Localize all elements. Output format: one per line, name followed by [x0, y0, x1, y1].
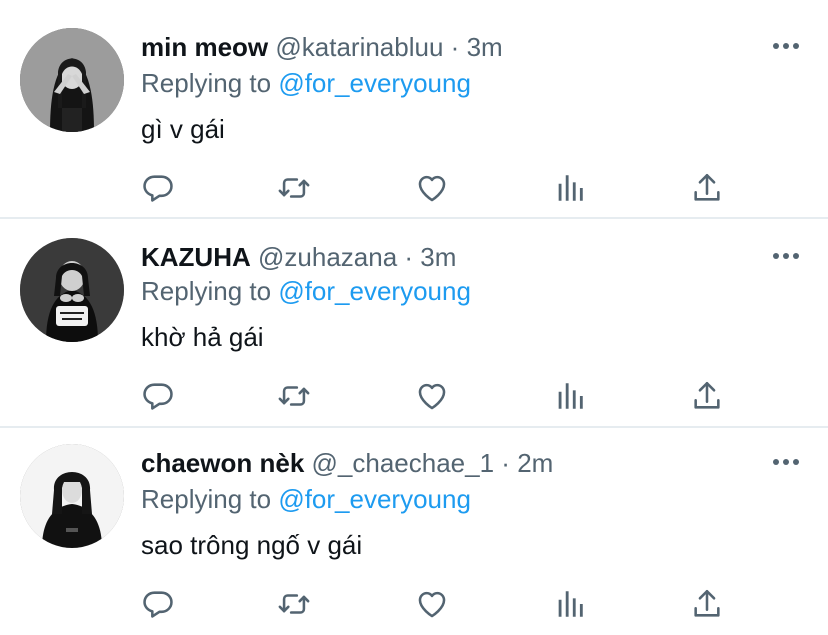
tweet-actions — [0, 584, 828, 624]
tweet-text: gì v gái — [141, 114, 225, 144]
more-horizontal-icon — [773, 43, 799, 49]
tweet-header: KAZUHA @zuhazana · 3m — [141, 240, 456, 274]
avatar[interactable] — [20, 444, 124, 548]
share-button[interactable] — [687, 168, 727, 208]
more-horizontal-icon — [773, 253, 799, 259]
views-button[interactable] — [550, 376, 590, 416]
separator-dot: · — [404, 242, 414, 272]
reply-bubble-icon — [143, 383, 173, 410]
retweet-icon — [278, 594, 310, 614]
retweet-icon — [278, 178, 310, 198]
retweet-button[interactable] — [274, 584, 314, 624]
share-button[interactable] — [687, 584, 727, 624]
tweet-header: chaewon nèk @_chaechae_1 · 2m — [141, 446, 553, 480]
tweet-header: min meow @katarinabluu · 3m — [141, 30, 503, 64]
heart-icon — [418, 591, 446, 618]
reply-button[interactable] — [138, 584, 178, 624]
reply-feed: min meow @katarinabluu · 3m Replying to … — [0, 0, 828, 635]
analytics-bars-icon — [558, 175, 583, 201]
display-name[interactable]: min meow — [141, 32, 268, 62]
tweet-actions — [0, 168, 828, 208]
user-handle[interactable]: @zuhazana — [258, 242, 397, 272]
tweet-text: khờ hả gái — [141, 322, 264, 352]
mention-link[interactable]: @for_everyoung — [278, 68, 471, 98]
avatar[interactable] — [20, 238, 124, 342]
reply-tweet[interactable]: min meow @katarinabluu · 3m Replying to … — [0, 0, 828, 208]
analytics-bars-icon — [558, 591, 583, 617]
tweet-actions — [0, 376, 828, 416]
share-upload-icon — [694, 589, 720, 617]
share-button[interactable] — [687, 376, 727, 416]
like-button[interactable] — [412, 584, 452, 624]
reply-tweet[interactable]: chaewon nèk @_chaechae_1 · 2m Replying t… — [0, 426, 828, 634]
views-button[interactable] — [550, 584, 590, 624]
replying-to-line: Replying to @for_everyoung — [141, 66, 471, 100]
reply-button[interactable] — [138, 168, 178, 208]
retweet-icon — [278, 386, 310, 406]
replying-to-label: Replying to — [141, 68, 279, 98]
display-name[interactable]: KAZUHA — [141, 242, 251, 272]
more-options-button[interactable] — [770, 242, 802, 270]
more-options-button[interactable] — [770, 32, 802, 60]
user-handle[interactable]: @katarinabluu — [275, 32, 443, 62]
tweet-text: sao trông ngố v gái — [141, 530, 363, 560]
timestamp[interactable]: 3m — [467, 32, 503, 62]
separator-dot: · — [501, 448, 510, 478]
analytics-bars-icon — [558, 383, 583, 409]
like-button[interactable] — [412, 376, 452, 416]
share-upload-icon — [694, 381, 720, 409]
reply-bubble-icon — [143, 591, 173, 618]
replying-to-line: Replying to @for_everyoung — [141, 482, 471, 516]
heart-icon — [418, 383, 446, 410]
mention-link[interactable]: @for_everyoung — [278, 276, 471, 306]
reply-bubble-icon — [143, 175, 173, 202]
reply-button[interactable] — [138, 376, 178, 416]
avatar[interactable] — [20, 28, 124, 132]
mention-link[interactable]: @for_everyoung — [278, 484, 471, 514]
more-options-button[interactable] — [770, 448, 802, 476]
more-horizontal-icon — [773, 459, 799, 465]
user-handle[interactable]: @_chaechae_1 — [312, 448, 495, 478]
retweet-button[interactable] — [274, 376, 314, 416]
like-button[interactable] — [412, 168, 452, 208]
retweet-button[interactable] — [274, 168, 314, 208]
heart-icon — [418, 175, 446, 202]
replying-to-label: Replying to — [141, 484, 279, 514]
timestamp[interactable]: 2m — [517, 448, 553, 478]
timestamp[interactable]: 3m — [420, 242, 456, 272]
reply-tweet[interactable]: KAZUHA @zuhazana · 3m Replying to @for_e… — [0, 218, 828, 426]
display-name[interactable]: chaewon nèk — [141, 448, 304, 478]
replying-to-label: Replying to — [141, 276, 279, 306]
share-upload-icon — [694, 173, 720, 201]
views-button[interactable] — [550, 168, 590, 208]
separator-dot: · — [450, 32, 460, 62]
replying-to-line: Replying to @for_everyoung — [141, 274, 471, 308]
